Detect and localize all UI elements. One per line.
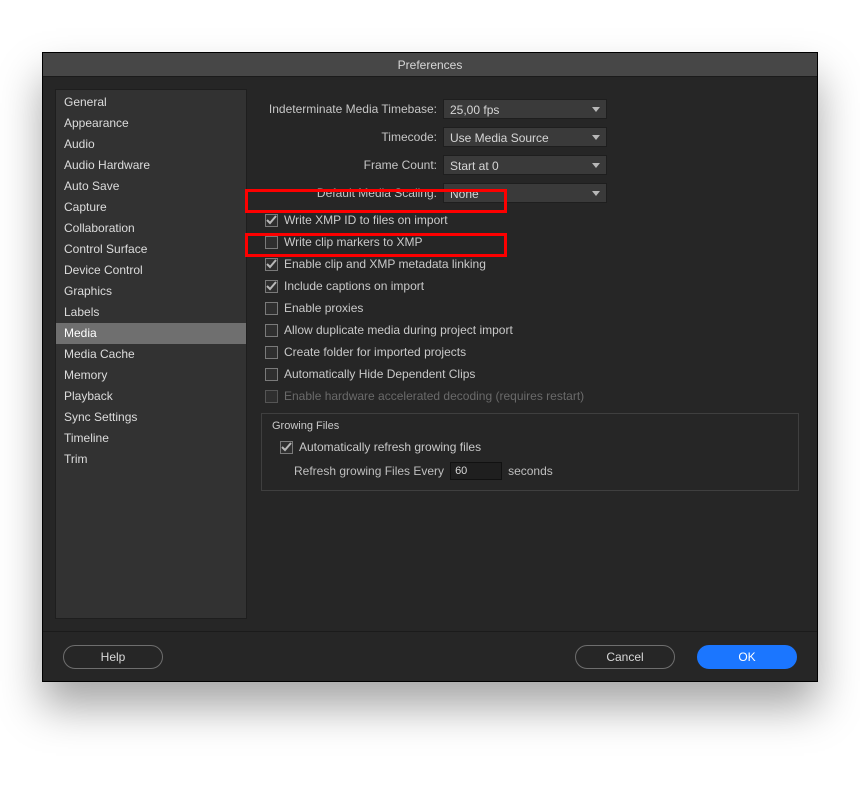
help-button[interactable]: Help [63,645,163,669]
indeterminate-timebase-value: 25,00 fps [450,103,499,117]
create-folder-label: Create folder for imported projects [284,345,466,359]
sidebar-item-media-cache[interactable]: Media Cache [56,344,246,365]
refresh-every-label: Refresh growing Files Every [294,464,444,478]
sidebar-item-labels[interactable]: Labels [56,302,246,323]
write-markers-label: Write clip markers to XMP [284,235,422,249]
allow-duplicate-row[interactable]: Allow duplicate media during project imp… [261,319,799,341]
timecode-value: Use Media Source [450,131,549,145]
auto-hide-clips-row[interactable]: Automatically Hide Dependent Clips [261,363,799,385]
default-scaling-label: Default Media Scaling: [261,186,443,200]
sidebar-item-capture[interactable]: Capture [56,197,246,218]
enable-xmp-linking-row[interactable]: Enable clip and XMP metadata linking [261,253,799,275]
sidebar-item-timeline[interactable]: Timeline [56,428,246,449]
enable-proxies-label: Enable proxies [284,301,363,315]
sidebar-item-graphics[interactable]: Graphics [56,281,246,302]
chevron-down-icon [592,107,600,112]
auto-refresh-row[interactable]: Automatically refresh growing files [272,436,788,458]
framecount-label: Frame Count: [261,158,443,172]
checkbox-icon [265,324,278,337]
refresh-seconds-label: seconds [508,464,553,478]
sidebar-item-appearance[interactable]: Appearance [56,113,246,134]
sidebar-item-memory[interactable]: Memory [56,365,246,386]
sidebar-item-sync-settings[interactable]: Sync Settings [56,407,246,428]
sidebar-item-audio-hardware[interactable]: Audio Hardware [56,155,246,176]
create-folder-row[interactable]: Create folder for imported projects [261,341,799,363]
checkbox-icon [265,368,278,381]
checkbox-icon [265,258,278,271]
indeterminate-timebase-select[interactable]: 25,00 fps [443,99,607,119]
sidebar-item-trim[interactable]: Trim [56,449,246,470]
dialog-body: GeneralAppearanceAudioAudio HardwareAuto… [43,77,817,631]
checkbox-icon [265,280,278,293]
default-scaling-value: None [450,187,479,201]
growing-files-group: Growing Files Automatically refresh grow… [261,413,799,491]
checkbox-icon [265,346,278,359]
refresh-seconds-input[interactable] [450,462,502,480]
sidebar-item-collaboration[interactable]: Collaboration [56,218,246,239]
write-markers-row[interactable]: Write clip markers to XMP [261,231,799,253]
write-xmp-id-row[interactable]: Write XMP ID to files on import [261,209,799,231]
include-captions-row[interactable]: Include captions on import [261,275,799,297]
framecount-select[interactable]: Start at 0 [443,155,607,175]
preferences-dialog: Preferences GeneralAppearanceAudioAudio … [42,52,818,682]
sidebar-item-media[interactable]: Media [56,323,246,344]
write-xmp-id-label: Write XMP ID to files on import [284,213,448,227]
chevron-down-icon [592,191,600,196]
growing-files-title: Growing Files [272,420,788,432]
dialog-footer: Help Cancel OK [43,631,817,681]
default-scaling-select[interactable]: None [443,183,607,203]
chevron-down-icon [592,163,600,168]
sidebar-item-playback[interactable]: Playback [56,386,246,407]
sidebar-item-auto-save[interactable]: Auto Save [56,176,246,197]
auto-hide-clips-label: Automatically Hide Dependent Clips [284,367,475,381]
chevron-down-icon [592,135,600,140]
checkbox-icon [265,236,278,249]
sidebar-item-control-surface[interactable]: Control Surface [56,239,246,260]
framecount-value: Start at 0 [450,159,499,173]
preferences-sidebar: GeneralAppearanceAudioAudio HardwareAuto… [55,89,247,619]
checkbox-icon [265,302,278,315]
timecode-select[interactable]: Use Media Source [443,127,607,147]
auto-refresh-label: Automatically refresh growing files [299,440,481,454]
timecode-label: Timecode: [261,130,443,144]
enable-proxies-row[interactable]: Enable proxies [261,297,799,319]
checkbox-icon [265,390,278,403]
ok-button[interactable]: OK [697,645,797,669]
enable-xmp-linking-label: Enable clip and XMP metadata linking [284,257,486,271]
sidebar-item-device-control[interactable]: Device Control [56,260,246,281]
checkbox-icon [265,214,278,227]
media-preferences-panel: Indeterminate Media Timebase: 25,00 fps … [247,77,817,631]
include-captions-label: Include captions on import [284,279,424,293]
allow-duplicate-label: Allow duplicate media during project imp… [284,323,513,337]
dialog-title: Preferences [43,53,817,77]
sidebar-item-audio[interactable]: Audio [56,134,246,155]
indeterminate-timebase-label: Indeterminate Media Timebase: [261,102,443,116]
hw-decode-label: Enable hardware accelerated decoding (re… [284,389,584,403]
hw-decode-row: Enable hardware accelerated decoding (re… [261,385,799,407]
sidebar-item-general[interactable]: General [56,92,246,113]
checkbox-icon [280,441,293,454]
cancel-button[interactable]: Cancel [575,645,675,669]
